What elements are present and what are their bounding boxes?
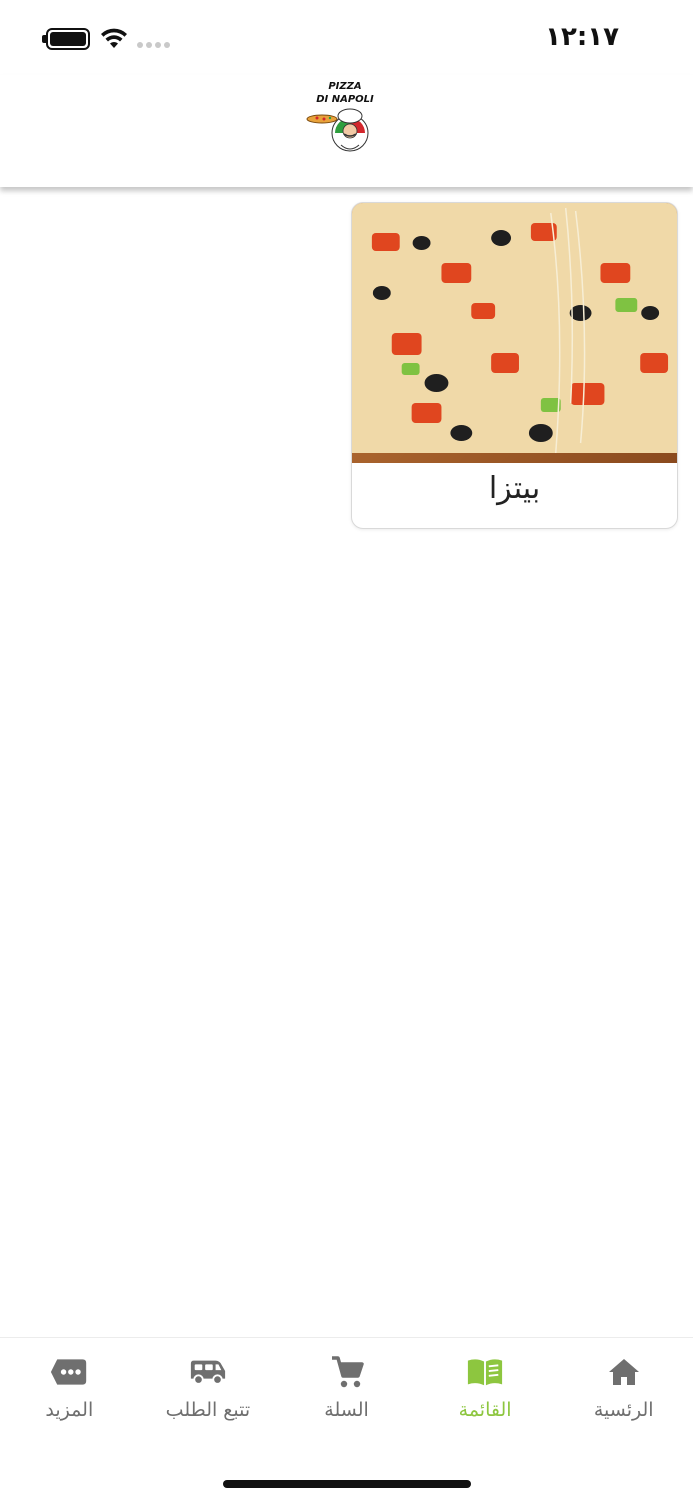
tab-track-order-label: تتبع الطلب	[165, 1399, 251, 1421]
delivery-van-icon	[189, 1354, 227, 1390]
tab-cart-label: السلة	[324, 1399, 369, 1421]
status-time: ١٢:١٧	[545, 22, 619, 52]
logo-text-line1: PIZZA	[328, 81, 362, 92]
menu-book-icon	[466, 1354, 504, 1390]
tab-home[interactable]: الرئسية	[554, 1338, 693, 1438]
tab-track-order[interactable]: تتبع الطلب	[139, 1338, 278, 1438]
battery-icon	[46, 28, 90, 50]
category-title: بيتزا	[488, 471, 541, 506]
tab-menu[interactable]: القائمة	[416, 1338, 555, 1438]
wifi-icon	[101, 28, 127, 48]
app-header: PIZZA DI NAPOLI	[0, 75, 693, 187]
logo-text-line2: DI NAPOLI	[316, 94, 374, 105]
home-indicator	[223, 1480, 471, 1488]
cart-icon	[328, 1354, 366, 1390]
tab-more-label: المزيد	[45, 1399, 94, 1421]
more-dots-icon	[50, 1354, 88, 1390]
restaurant-logo[interactable]: PIZZA DI NAPOLI	[300, 79, 390, 159]
bottom-tab-bar: الرئسية القائمة السلة تتبع الطلب المزيد	[0, 1337, 693, 1500]
pizza-image	[352, 203, 677, 463]
cellular-signal-icon	[137, 42, 170, 48]
menu-categories: بيتزا	[0, 187, 693, 1337]
status-bar: ١٢:١٧	[0, 0, 693, 75]
tab-cart[interactable]: السلة	[277, 1338, 416, 1438]
tab-home-label: الرئسية	[593, 1399, 654, 1421]
tab-menu-label: القائمة	[458, 1399, 512, 1421]
home-icon	[605, 1354, 643, 1390]
tab-more[interactable]: المزيد	[0, 1338, 139, 1438]
chef-mascot-icon	[306, 108, 369, 152]
category-card-pizza[interactable]: بيتزا	[351, 202, 678, 529]
